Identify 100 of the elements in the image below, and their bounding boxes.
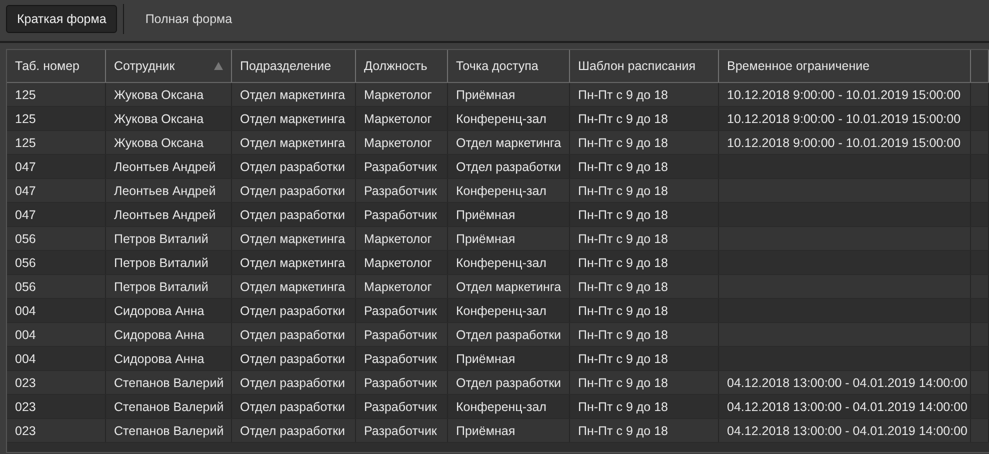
tab[interactable]: Краткая форма [6,5,118,33]
table-cell: Пн-Пт с 9 до 18 [570,203,719,226]
table-cell: 10.12.2018 9:00:00 - 10.01.2019 15:00:00 [719,107,971,130]
table-cell: Маркетолог [356,83,448,106]
table-cell: Степанов Валерий [106,419,232,442]
table-cell: 047 [7,155,106,178]
table-cell: Разработчик [356,179,448,202]
table-cell: 125 [7,107,106,130]
table-cell: Конференц-зал [448,299,570,322]
column-header[interactable]: Таб. номер [7,50,106,82]
table-cell: Отдел разработки [232,323,356,346]
table-cell: Пн-Пт с 9 до 18 [570,347,719,370]
table-cell: Отдел разработки [232,419,356,442]
column-header[interactable]: Шаблон расписания [570,50,719,82]
table-cell: Приёмная [448,227,570,250]
table-cell: Разработчик [356,299,448,322]
table-cell: 004 [7,323,106,346]
table-cell: Отдел разработки [448,323,570,346]
table-cell: Маркетолог [356,131,448,154]
table-cell: 125 [7,131,106,154]
table-cell: Отдел маркетинга [232,275,356,298]
table-cell: 004 [7,347,106,370]
table-cell: Отдел маркетинга [232,107,356,130]
table-cell: Разработчик [356,419,448,442]
tab[interactable]: Полная форма [134,5,244,33]
table-cell: Разработчик [356,203,448,226]
table-cell: 04.12.2018 13:00:00 - 04.01.2019 14:00:00 [719,371,971,394]
column-header[interactable]: Сотрудник [106,50,232,82]
table-cell: Пн-Пт с 9 до 18 [570,371,719,394]
table-cell: Отдел разработки [448,155,570,178]
table-cell: Приёмная [448,83,570,106]
table-cell: Сидорова Анна [106,299,232,322]
table-cell: 004 [7,299,106,322]
table-cell: 056 [7,251,106,274]
table-cell: Отдел разработки [232,203,356,226]
table-cell: Маркетолог [356,275,448,298]
table-cell: Пн-Пт с 9 до 18 [570,107,719,130]
table-cell: Отдел маркетинга [448,275,570,298]
table-cell: Жукова Оксана [106,107,232,130]
table-cell: Отдел маркетинга [232,251,356,274]
table-cell: Пн-Пт с 9 до 18 [570,275,719,298]
table-cell: Отдел разработки [232,371,356,394]
table-cell: Пн-Пт с 9 до 18 [570,395,719,418]
table-cell: 10.12.2018 9:00:00 - 10.01.2019 15:00:00 [719,83,971,106]
table-cell: Приёмная [448,203,570,226]
table-cell: Конференц-зал [448,107,570,130]
table-cell: Маркетолог [356,227,448,250]
table-cell: 056 [7,227,106,250]
table-cell: Леонтьев Андрей [106,179,232,202]
table-cell: Степанов Валерий [106,395,232,418]
table-cell: Жукова Оксана [106,131,232,154]
table-cell: Приёмная [448,347,570,370]
table-cell: Отдел разработки [232,179,356,202]
column-header[interactable]: Временное ограничение [719,50,971,82]
table-cell: Разработчик [356,371,448,394]
table-cell: Петров Виталий [106,275,232,298]
table-cell: Конференц-зал [448,395,570,418]
table-cell: Отдел разработки [232,395,356,418]
table-cell: Разработчик [356,395,448,418]
table-cell: 10.12.2018 9:00:00 - 10.01.2019 15:00:00 [719,131,971,154]
table-cell: 023 [7,419,106,442]
table-cell: Пн-Пт с 9 до 18 [570,83,719,106]
table-cell: Отдел маркетинга [448,131,570,154]
table-cell: Пн-Пт с 9 до 18 [570,323,719,346]
column-header[interactable]: Точка доступа [448,50,570,82]
table-cell: Пн-Пт с 9 до 18 [570,155,719,178]
table-cell: Пн-Пт с 9 до 18 [570,227,719,250]
table-cell: 023 [7,395,106,418]
table-cell: Пн-Пт с 9 до 18 [570,131,719,154]
table-cell: Пн-Пт с 9 до 18 [570,419,719,442]
table-cell: 047 [7,203,106,226]
table-cell: Маркетолог [356,251,448,274]
column-header[interactable]: Подразделение [232,50,356,82]
table-cell: 056 [7,275,106,298]
table-cell: 04.12.2018 13:00:00 - 04.01.2019 14:00:00 [719,395,971,418]
table-cell: Отдел маркетинга [232,227,356,250]
table-cell: Конференц-зал [448,179,570,202]
table-cell: Степанов Валерий [106,371,232,394]
table-cell: 04.12.2018 13:00:00 - 04.01.2019 14:00:00 [719,419,971,442]
table-cell: 023 [7,371,106,394]
table-cell: Сидорова Анна [106,347,232,370]
table-cell: Разработчик [356,155,448,178]
table-cell: Петров Виталий [106,227,232,250]
table-cell: 125 [7,83,106,106]
table-cell: Отдел разработки [232,347,356,370]
table-cell: Маркетолог [356,107,448,130]
column-header[interactable]: Должность [356,50,448,82]
table-cell: Конференц-зал [448,251,570,274]
table-cell: Леонтьев Андрей [106,203,232,226]
table-cell: Леонтьев Андрей [106,155,232,178]
table-cell: Отдел маркетинга [232,131,356,154]
table-cell: 047 [7,179,106,202]
table-cell: Петров Виталий [106,251,232,274]
table-cell: Отдел разработки [232,299,356,322]
table-cell: Пн-Пт с 9 до 18 [570,251,719,274]
table-cell: Приёмная [448,419,570,442]
table-cell: Отдел маркетинга [232,83,356,106]
table-cell: Пн-Пт с 9 до 18 [570,179,719,202]
table-cell: Сидорова Анна [106,323,232,346]
table-cell: Пн-Пт с 9 до 18 [570,299,719,322]
